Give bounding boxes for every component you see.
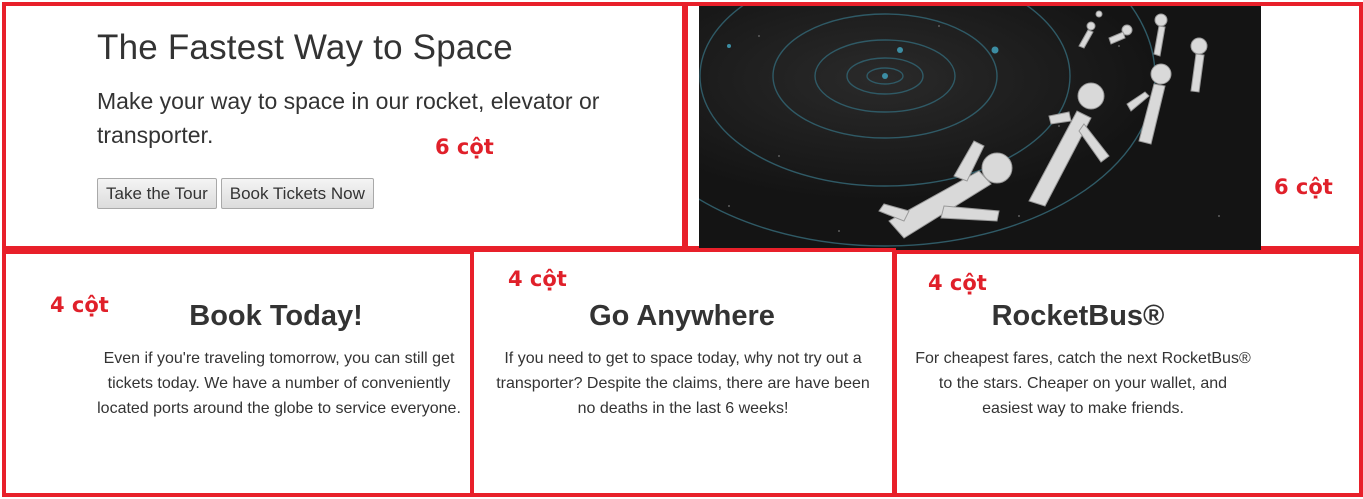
feature-column-rocketbus: 4 cột RocketBus® For cheapest fares, cat… xyxy=(893,250,1363,497)
hero-title: The Fastest Way to Space xyxy=(97,28,513,67)
feature-column-book-today: 4 cột Book Today! Even if you're traveli… xyxy=(2,250,474,497)
hero-image-section: 6 cột xyxy=(684,2,1363,250)
feature-title: RocketBus® xyxy=(991,300,1165,332)
hero-button-row: Take the Tour Book Tickets Now xyxy=(97,178,374,209)
book-tickets-now-button[interactable]: Book Tickets Now xyxy=(220,178,374,209)
column-annotation-label: 4 cột xyxy=(928,271,987,295)
column-annotation-label: 4 cột xyxy=(508,267,567,291)
feature-column-go-anywhere: 4 cột Go Anywhere If you need to get to … xyxy=(470,248,896,497)
feature-body: Even if you're traveling tomorrow, you c… xyxy=(97,350,461,417)
hero-lead: Make your way to space in our rocket, el… xyxy=(97,88,600,148)
column-annotation-label: 6 cột xyxy=(435,135,494,159)
hero-text-section: The Fastest Way to Space Make your way t… xyxy=(2,2,686,250)
astronauts-in-space-image xyxy=(699,6,1261,250)
feature-body: If you need to get to space today, why n… xyxy=(496,350,870,417)
feature-body: For cheapest fares, catch the next Rocke… xyxy=(915,350,1251,417)
feature-title: Go Anywhere xyxy=(589,300,775,332)
column-annotation-label: 6 cột xyxy=(1274,175,1333,199)
take-the-tour-button[interactable]: Take the Tour xyxy=(97,178,217,209)
feature-title: Book Today! xyxy=(189,300,363,332)
